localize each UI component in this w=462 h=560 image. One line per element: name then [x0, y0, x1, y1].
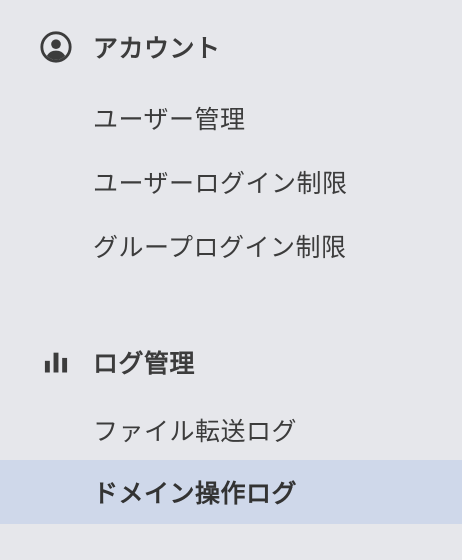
account-circle-icon [38, 29, 74, 65]
sidebar-nav: アカウント ユーザー管理 ユーザーログイン制限 グループログイン制限 ログ管理 … [0, 0, 462, 560]
nav-item-label: ファイル転送ログ [93, 417, 298, 446]
nav-item-label: ユーザー管理 [93, 105, 246, 134]
section-header-log-management[interactable]: ログ管理 [0, 342, 462, 382]
section-header-account[interactable]: アカウント [0, 27, 462, 67]
nav-item-domain-operation-log[interactable]: ドメイン操作ログ [0, 460, 462, 524]
section-title-account: アカウント [93, 34, 221, 63]
section-title-log-management: ログ管理 [93, 349, 196, 378]
bar-chart-icon [38, 344, 74, 380]
nav-item-label: ドメイン操作ログ [93, 479, 298, 508]
nav-item-group-login-restriction[interactable]: グループログイン制限 [0, 214, 462, 278]
nav-item-label: ユーザーログイン制限 [93, 169, 348, 198]
nav-item-label: グループログイン制限 [93, 233, 347, 262]
nav-item-user-management[interactable]: ユーザー管理 [0, 86, 462, 150]
nav-item-user-login-restriction[interactable]: ユーザーログイン制限 [0, 150, 462, 214]
nav-item-file-transfer-log[interactable]: ファイル転送ログ [0, 398, 462, 462]
